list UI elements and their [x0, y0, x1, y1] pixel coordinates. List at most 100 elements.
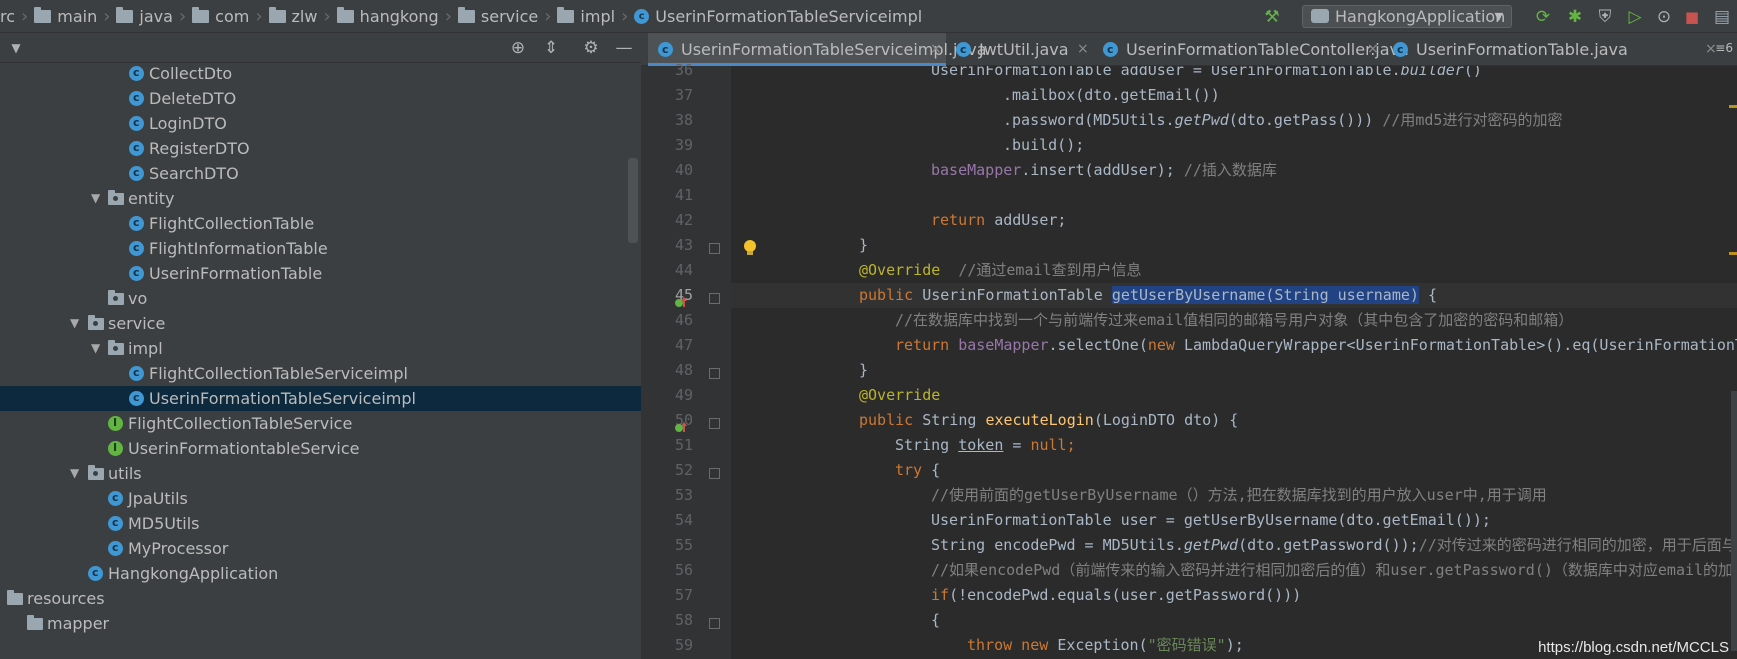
- stop-icon[interactable]: ■: [1682, 7, 1702, 27]
- error-stripe-mark[interactable]: [1729, 105, 1737, 108]
- rerun-icon[interactable]: ⟳: [1533, 7, 1553, 27]
- tree-item[interactable]: FlightCollectionTableService: [0, 410, 641, 436]
- breadcrumb-item[interactable]: rc: [0, 7, 15, 26]
- tree-item[interactable]: FlightCollectionTableServiceimpl: [0, 360, 641, 386]
- tree-item[interactable]: vo: [0, 286, 641, 311]
- tree-item[interactable]: JpaUtils: [0, 485, 641, 511]
- code-comment: //对传过来的密码进行相同的加密，用于后面与数据库中的: [1418, 536, 1737, 554]
- breadcrumb-item[interactable]: main: [34, 7, 97, 26]
- expand-arrow-icon[interactable]: ▼: [70, 461, 82, 486]
- tree-item[interactable]: RegisterDTO: [0, 135, 641, 161]
- tree-item[interactable]: UserinFormationtableService: [0, 435, 641, 461]
- breadcrumb-item[interactable]: java: [116, 7, 173, 26]
- code-token: String: [895, 436, 959, 454]
- code-keyword: public: [859, 411, 923, 429]
- breadcrumb-item[interactable]: zlw: [268, 7, 317, 26]
- tree-item-selected[interactable]: UserinFormationTableServiceimpl: [0, 385, 641, 411]
- breadcrumb-item[interactable]: hangkong: [336, 7, 439, 26]
- tree-item[interactable]: FlightInformationTable: [0, 235, 641, 261]
- close-icon[interactable]: ×: [1367, 33, 1379, 66]
- run-configuration-select[interactable]: HangkongApplication ▼: [1302, 5, 1512, 28]
- implements-method-icon[interactable]: [674, 419, 688, 433]
- code-string: "密码错误": [1147, 636, 1226, 654]
- expand-arrow-icon[interactable]: ▼: [70, 311, 82, 336]
- tree-item[interactable]: ▼ service: [0, 311, 641, 336]
- implements-method-icon[interactable]: [674, 294, 688, 308]
- editor-tab[interactable]: UserinFormationTable.java ×: [1383, 33, 1721, 66]
- tree-item[interactable]: LoginDTO: [0, 110, 641, 136]
- code-token: LambdaQueryWrapper<UserinFormationTable>…: [1184, 336, 1737, 354]
- folder-icon: [7, 590, 23, 605]
- close-icon[interactable]: ×: [1077, 33, 1089, 66]
- class-icon: [129, 260, 144, 285]
- tree-item-label: impl: [128, 339, 163, 358]
- breadcrumb-item[interactable]: com: [192, 7, 249, 26]
- tree-item-label: SearchDTO: [149, 164, 239, 183]
- breadcrumb-item[interactable]: c UserinFormationTableServiceimpl: [634, 7, 922, 26]
- editor-scrollbar[interactable]: [1731, 391, 1737, 651]
- code-line-38: .password(MD5Utils.getPwd(dto.getPass())…: [731, 108, 1562, 133]
- tree-item[interactable]: MyProcessor: [0, 535, 641, 561]
- tree-item[interactable]: ▼ impl: [0, 336, 641, 361]
- close-icon[interactable]: ×: [930, 33, 942, 66]
- code-token: {: [931, 461, 941, 479]
- expand-arrow-icon[interactable]: ▼: [91, 336, 103, 361]
- run-with-icon[interactable]: ⊙: [1654, 7, 1674, 27]
- code-comment: //在数据库中找到一个与前端传过来email值相同的邮箱号用户对象（其中包含了加…: [895, 311, 1574, 329]
- tree-item[interactable]: ▼ utils: [0, 461, 641, 486]
- project-structure-icon[interactable]: ▤: [1712, 7, 1732, 27]
- code-area[interactable]: UserinFormationTable addUser = UserinFor…: [731, 66, 1737, 659]
- package-icon: [108, 190, 124, 205]
- error-stripe-mark[interactable]: [1729, 252, 1737, 255]
- breadcrumb-label: UserinFormationTableServiceimpl: [655, 7, 923, 26]
- folder-icon: [557, 7, 575, 23]
- interface-icon: [108, 410, 123, 435]
- project-scrollbar[interactable]: [628, 158, 638, 243]
- line-number: 49: [674, 386, 693, 404]
- code-token: String: [922, 411, 986, 429]
- editor-tab[interactable]: UserinFormationTableContoller.java×: [1093, 33, 1409, 66]
- code-line-48: }: [731, 358, 868, 383]
- line-number: 39: [674, 136, 693, 154]
- fold-marker-icon[interactable]: [709, 243, 720, 254]
- tree-item[interactable]: CollectDto: [0, 60, 641, 86]
- breadcrumb-item[interactable]: impl: [557, 7, 615, 26]
- debug-bug-icon[interactable]: ✱: [1565, 7, 1585, 27]
- close-icon[interactable]: ×: [1705, 33, 1717, 66]
- fold-marker-icon[interactable]: [709, 418, 720, 429]
- code-line-58: {: [731, 608, 940, 633]
- tree-item[interactable]: SearchDTO: [0, 160, 641, 186]
- tree-item[interactable]: UserinFormationTable: [0, 260, 641, 286]
- line-number: 54: [674, 511, 693, 529]
- code-token: (dto.getPassword());: [1238, 536, 1419, 554]
- fold-marker-icon[interactable]: [709, 618, 720, 629]
- code-line-46: //在数据库中找到一个与前端传过来email值相同的邮箱号用户对象（其中包含了加…: [731, 308, 1573, 333]
- code-line-49: @Override: [731, 383, 940, 408]
- tree-item[interactable]: MD5Utils: [0, 510, 641, 536]
- tree-item[interactable]: resources: [0, 586, 641, 611]
- expand-arrow-icon[interactable]: ▼: [91, 186, 103, 211]
- tree-item[interactable]: FlightCollectionTable: [0, 210, 641, 236]
- code-token: String encodePwd = MD5Utils.: [931, 536, 1184, 554]
- navigation-bar: rc › main › java › com › zlw › hangkong › service › im…: [0, 0, 1737, 33]
- editor-tab[interactable]: JwtUtil.java ×: [946, 33, 1093, 66]
- tree-item[interactable]: mapper: [0, 611, 641, 636]
- folder-icon: [268, 7, 286, 23]
- profile-icon[interactable]: ▷: [1625, 7, 1645, 27]
- fold-marker-icon[interactable]: [709, 468, 720, 479]
- breadcrumb: rc › main › java › com › zlw › hangkong › service › im…: [0, 0, 922, 33]
- code-token: }: [859, 361, 869, 379]
- tree-item[interactable]: DeleteDTO: [0, 85, 641, 111]
- tree-item[interactable]: ▼ entity: [0, 186, 641, 211]
- fold-marker-icon[interactable]: [709, 293, 720, 304]
- package-icon: [108, 290, 124, 305]
- build-hammer-icon[interactable]: ⚒: [1262, 7, 1282, 27]
- lightbulb-icon[interactable]: [743, 240, 757, 256]
- tree-item[interactable]: HangkongApplication: [0, 560, 641, 586]
- code-line-45: public UserinFormationTable getUserByUse…: [731, 283, 1737, 308]
- fold-marker-icon[interactable]: [709, 368, 720, 379]
- code-line-51: String token = null;: [731, 433, 1076, 458]
- breadcrumb-item[interactable]: service: [457, 7, 538, 26]
- coverage-icon[interactable]: ⛨: [1595, 7, 1615, 27]
- breadcrumb-label: java: [139, 7, 173, 26]
